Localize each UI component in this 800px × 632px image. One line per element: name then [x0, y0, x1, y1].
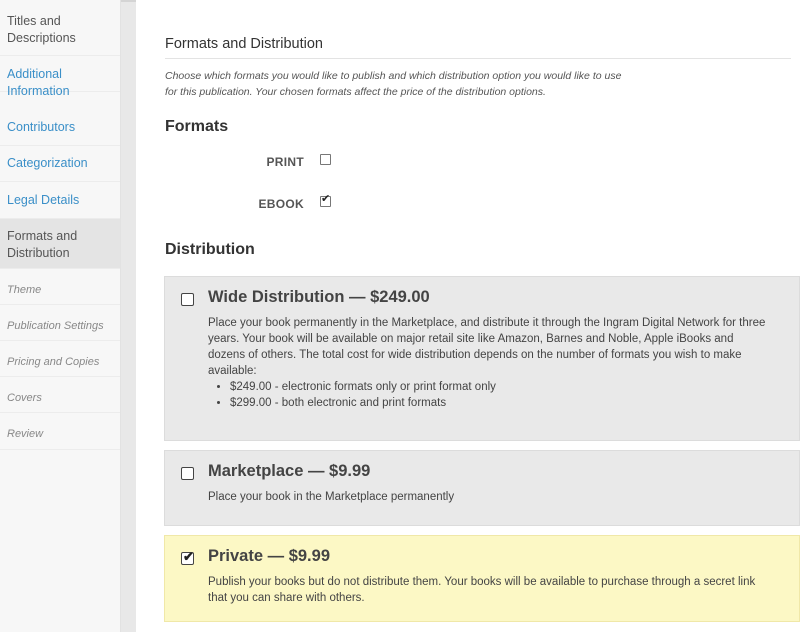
option-description: Publish your books but do not distribute… [208, 576, 756, 604]
checkmark-icon: ✔ [183, 549, 194, 564]
sidebar-item-review[interactable]: Review [0, 413, 120, 450]
list-item: $249.00 - electronic formats only or pri… [230, 379, 768, 395]
sidebar-item-formats-and-distribution[interactable]: Formats and Distribution [0, 219, 120, 269]
option-title: Wide Distribution — $249.00 [208, 288, 430, 306]
distribution-heading: Distribution [165, 241, 255, 258]
checkmark-icon: ✔ [321, 193, 331, 205]
format-print-label: PRINT [266, 155, 304, 169]
option-description-text: Place your book permanently in the Marke… [208, 317, 766, 377]
option-title: Private — $9.99 [208, 547, 330, 565]
marketplace-checkbox[interactable] [181, 467, 194, 480]
sidebar-item-pricing-and-copies[interactable]: Pricing and Copies [0, 341, 120, 377]
distribution-option-wide[interactable]: Wide Distribution — $249.00 Place your b… [164, 276, 800, 441]
sidebar-item-categorization[interactable]: Categorization [0, 146, 120, 182]
main-panel: Formats and Distribution Choose which fo… [136, 0, 800, 632]
distribution-option-private[interactable]: ✔ Private — $9.99 Publish your books but… [164, 535, 800, 622]
intro-text: Choose which formats you would like to p… [165, 70, 622, 98]
sidebar-item-publication-settings[interactable]: Publication Settings [0, 305, 120, 341]
option-description: Place your book in the Marketplace perma… [208, 491, 455, 503]
sidebar-item-contributors[interactable]: Contributors [0, 110, 120, 146]
sidebar-item-additional-information[interactable]: Additional Information [0, 56, 120, 98]
format-ebook-checkbox[interactable]: ✔ [320, 193, 331, 207]
private-checkbox[interactable]: ✔ [181, 549, 194, 565]
formats-heading: Formats [165, 118, 229, 135]
pricing-list: $249.00 - electronic formats only or pri… [208, 379, 768, 411]
sidebar-item-legal-details[interactable]: Legal Details [0, 182, 120, 219]
wide-distribution-checkbox[interactable] [181, 293, 194, 306]
sidebar-item-theme[interactable]: Theme [0, 269, 120, 305]
sidebar-item-titles-and-descriptions[interactable]: Titles and Descriptions [0, 0, 120, 56]
format-print-checkbox[interactable] [320, 154, 331, 165]
section-title: Formats and Distribution [165, 36, 791, 59]
sidebar-nav: Titles and Descriptions Additional Infor… [0, 0, 121, 632]
sidebar-item-covers[interactable]: Covers [0, 377, 120, 413]
list-item: $299.00 - both electronic and print form… [230, 395, 768, 411]
distribution-option-marketplace[interactable]: Marketplace — $9.99 Place your book in t… [164, 450, 800, 526]
format-ebook-label: EBOOK [258, 197, 304, 211]
option-description: Place your book permanently in the Marke… [208, 315, 768, 411]
option-title: Marketplace — $9.99 [208, 462, 371, 480]
